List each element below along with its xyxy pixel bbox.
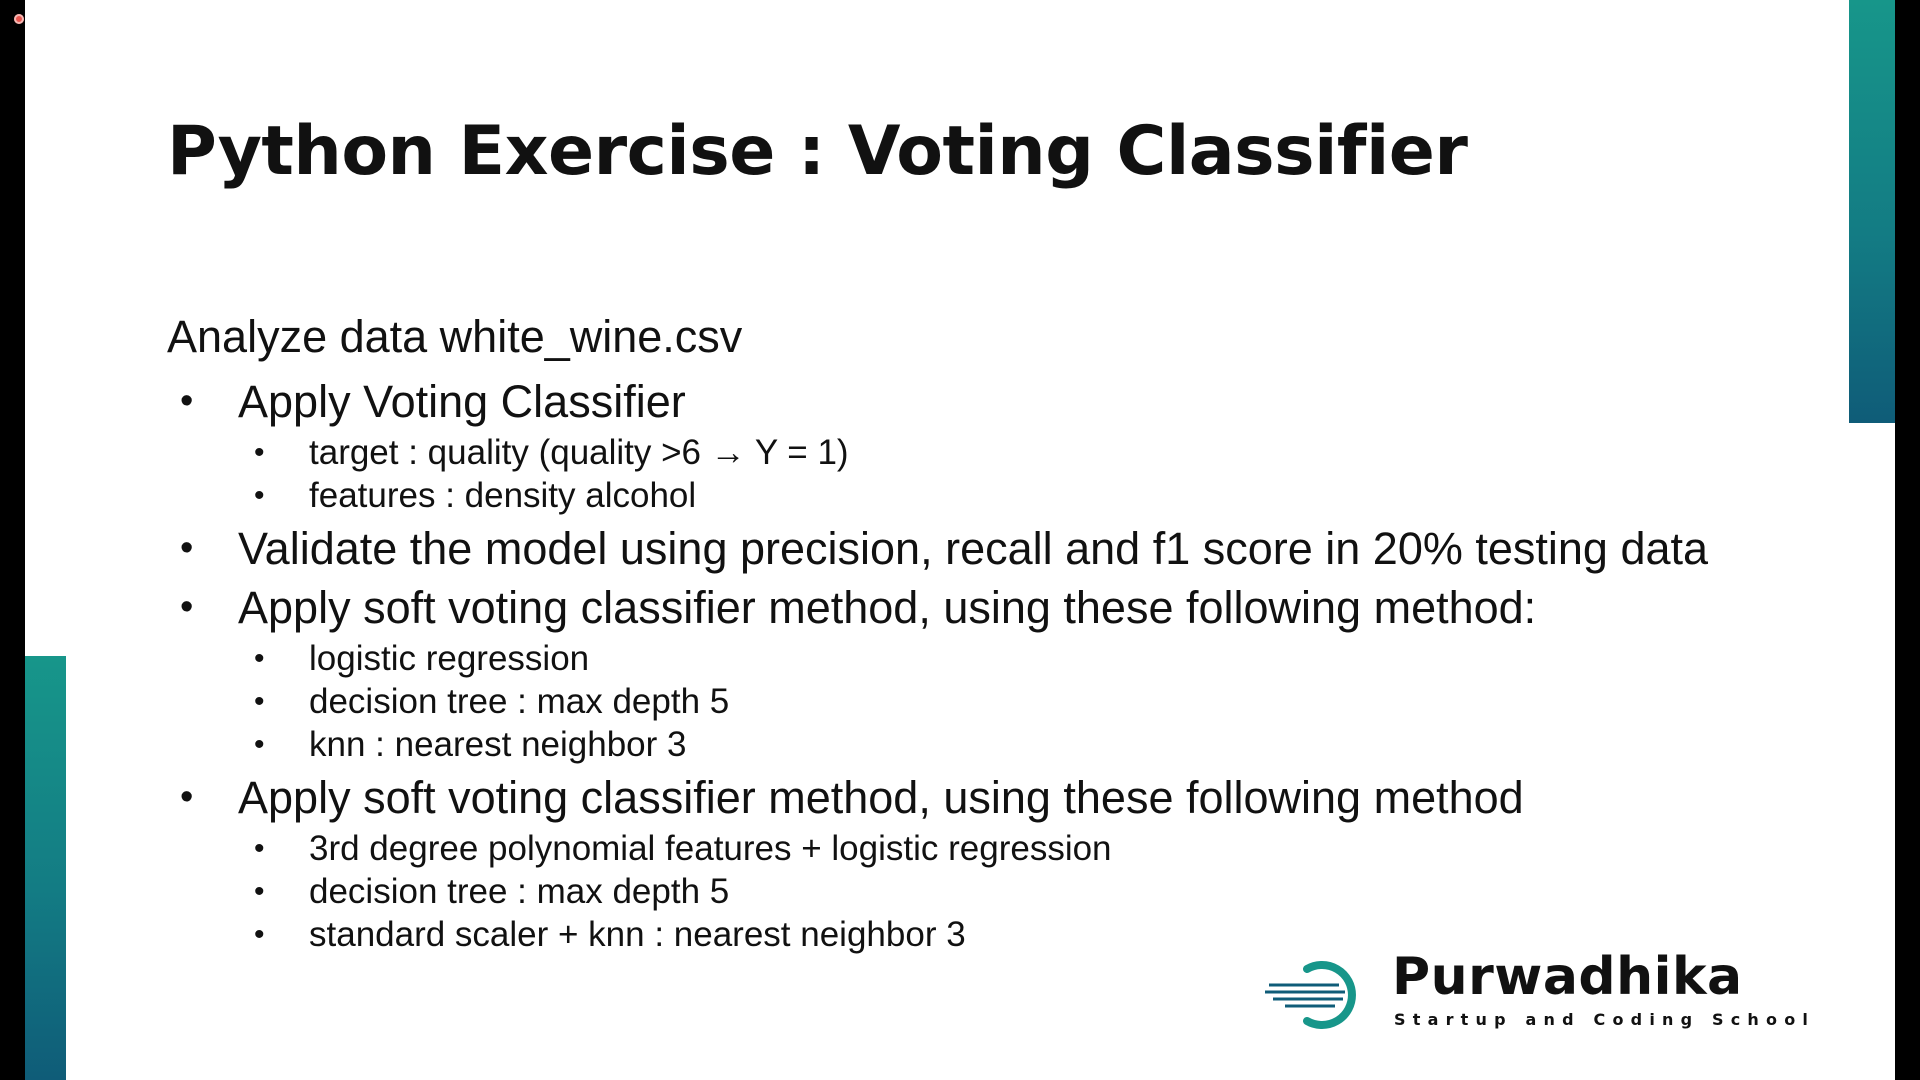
list-item: • Validate the model using precision, re…	[167, 523, 1757, 574]
bullet-icon: •	[254, 832, 265, 865]
bullet-icon: •	[180, 776, 194, 818]
bullet-icon: •	[254, 479, 265, 512]
list-item-text: Validate the model using precision, reca…	[238, 523, 1709, 574]
bullet-icon: •	[254, 728, 265, 761]
sub-list-item: • features : density alcohol	[238, 474, 1757, 517]
sub-list-item-text: standard scaler + knn : nearest neighbor…	[309, 915, 966, 954]
bullet-icon: •	[254, 875, 265, 908]
sub-list-item: • 3rd degree polynomial features + logis…	[238, 827, 1757, 870]
list-item: • Apply soft voting classifier method, u…	[167, 772, 1757, 956]
screen-share-frame: Python Exercise : Voting Classifier Anal…	[0, 0, 1920, 1080]
bullet-icon: •	[254, 685, 265, 718]
sub-list-item: • target : quality (quality >6 → Y = 1)	[238, 431, 1757, 474]
sub-bullet-list: • 3rd degree polynomial features + logis…	[238, 827, 1757, 956]
sub-list-item-text: decision tree : max depth 5	[309, 682, 730, 721]
sub-bullet-list: • target : quality (quality >6 → Y = 1) …	[238, 431, 1757, 517]
sub-list-item: • logistic regression	[238, 637, 1757, 680]
list-item-text: Apply soft voting classifier method, usi…	[238, 772, 1524, 823]
accent-bar-right	[1849, 0, 1895, 423]
bullet-icon: •	[254, 642, 265, 675]
sub-list-item: • decision tree : max depth 5	[238, 870, 1757, 913]
sub-list-item: • knn : nearest neighbor 3	[238, 723, 1757, 766]
accent-bar-left	[25, 656, 66, 1080]
sub-list-item-text: 3rd degree polynomial features + logisti…	[309, 829, 1112, 868]
bullet-list: • Apply Voting Classifier • target : qua…	[167, 376, 1757, 956]
bullet-icon: •	[180, 527, 194, 569]
logo-name: Purwadhika	[1392, 947, 1743, 1007]
bullet-icon: •	[180, 586, 194, 628]
sub-list-item-text: target : quality (quality >6 → Y = 1)	[309, 433, 849, 472]
sub-bullet-list: • logistic regression • decision tree : …	[238, 637, 1757, 766]
slide-title: Python Exercise : Voting Classifier	[167, 112, 1468, 191]
slide-intro: Analyze data white_wine.csv	[167, 311, 743, 362]
list-item: • Apply soft voting classifier method, u…	[167, 582, 1757, 766]
sub-list-item-text: features : density alcohol	[309, 476, 697, 515]
purwadhika-logo: Purwadhika Startup and Coding School	[1265, 947, 1855, 1035]
presentation-slide: Python Exercise : Voting Classifier Anal…	[25, 0, 1895, 1080]
sub-list-item-text: knn : nearest neighbor 3	[309, 725, 687, 764]
sub-list-item: • decision tree : max depth 5	[238, 680, 1757, 723]
sub-list-item-text: decision tree : max depth 5	[309, 872, 730, 911]
bullet-icon: •	[254, 918, 265, 951]
record-dot-icon	[14, 14, 24, 24]
slide-content: Analyze data white_wine.csv • Apply Voti…	[167, 308, 1757, 962]
list-item-text: Apply Voting Classifier	[238, 376, 686, 427]
purwadhika-logo-icon	[1265, 961, 1356, 1029]
list-item: • Apply Voting Classifier • target : qua…	[167, 376, 1757, 517]
bullet-icon: •	[254, 436, 265, 469]
bullet-icon: •	[180, 380, 194, 422]
list-item-text: Apply soft voting classifier method, usi…	[238, 582, 1537, 633]
logo-tagline: Startup and Coding School	[1394, 1010, 1816, 1029]
sub-list-item-text: logistic regression	[309, 639, 590, 678]
